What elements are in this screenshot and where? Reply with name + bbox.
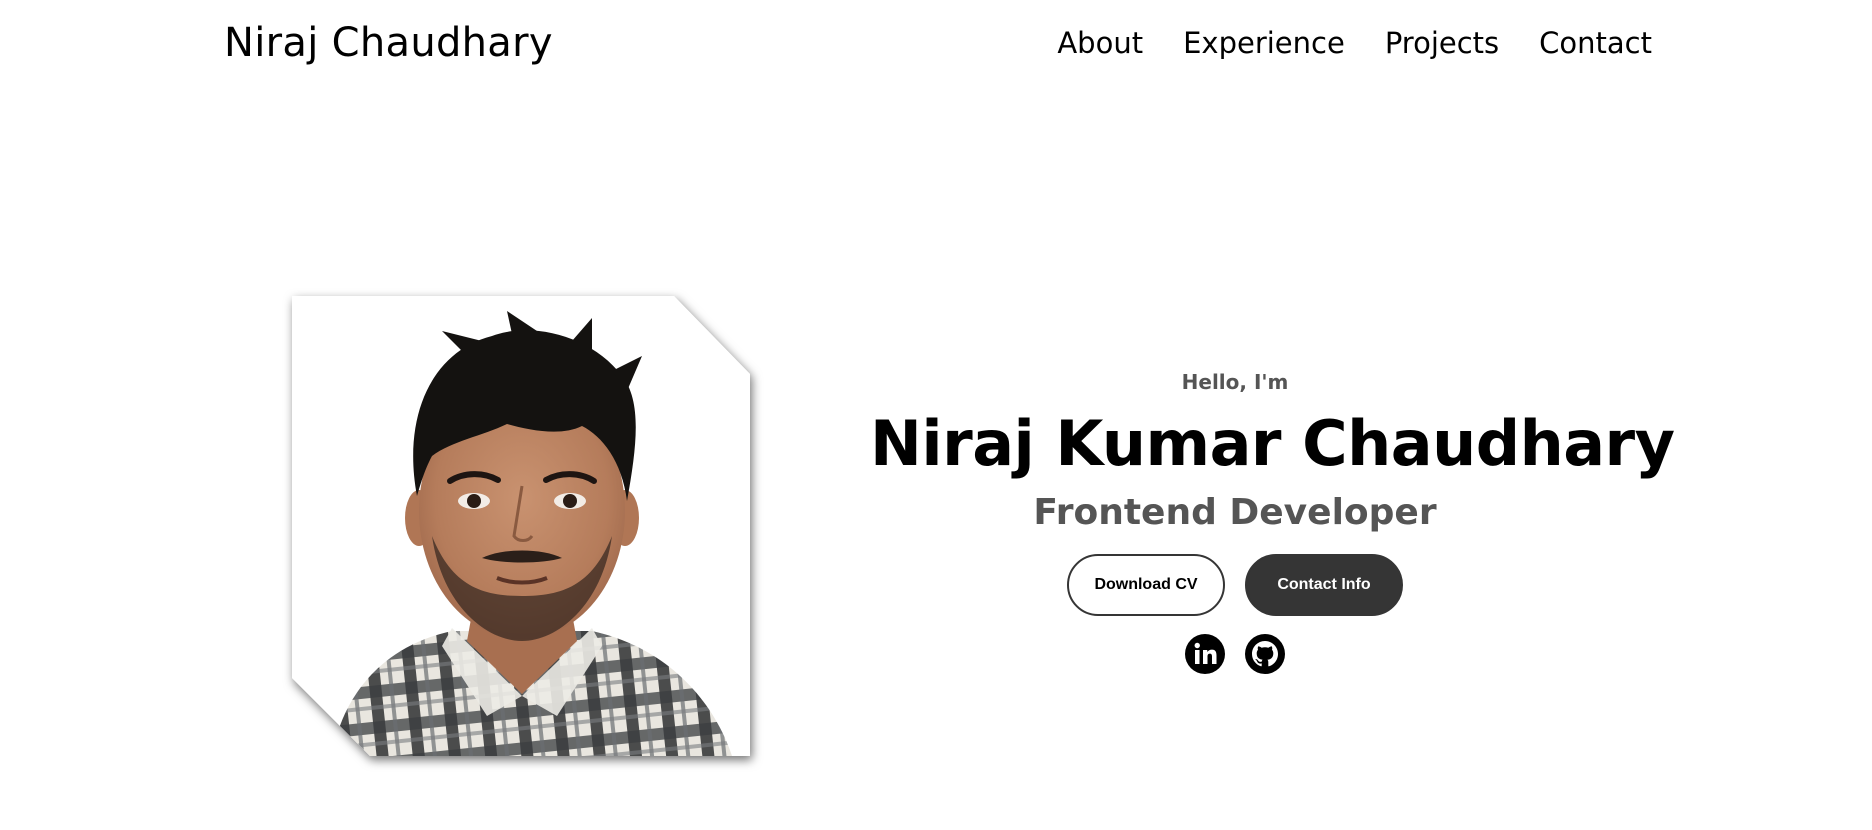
social-links: [870, 634, 1600, 674]
site-header: Niraj Chaudhary About Experience Project…: [0, 0, 1872, 96]
linkedin-icon[interactable]: [1185, 634, 1225, 674]
hero-buttons: Download CV Contact Info: [870, 554, 1600, 616]
greeting-text: Hello, I'm: [1181, 370, 1289, 394]
nav-menu: About Experience Projects Contact: [1057, 26, 1652, 60]
profile-picture-frame: [292, 296, 750, 756]
hero-role: Frontend Developer: [1033, 492, 1437, 533]
nav-link-about[interactable]: About: [1057, 26, 1143, 60]
contact-info-button[interactable]: Contact Info: [1245, 554, 1403, 616]
nav-item-projects: Projects: [1385, 26, 1499, 60]
nav-link-projects[interactable]: Projects: [1385, 26, 1499, 60]
profile-photo-illustration: [292, 296, 750, 756]
download-cv-button[interactable]: Download CV: [1067, 554, 1225, 616]
nav-item-experience: Experience: [1183, 26, 1345, 60]
nav-item-about: About: [1057, 26, 1143, 60]
github-icon[interactable]: [1245, 634, 1285, 674]
hero-text: Hello, I'm Niraj Kumar Chaudhary Fronten…: [870, 360, 1675, 674]
nav-item-contact: Contact: [1539, 26, 1652, 60]
site-logo[interactable]: Niraj Chaudhary: [224, 20, 553, 66]
hero-name: Niraj Kumar Chaudhary: [870, 407, 1675, 480]
profile-picture: [292, 296, 750, 756]
nav-link-experience[interactable]: Experience: [1183, 26, 1345, 60]
nav-link-contact[interactable]: Contact: [1539, 26, 1652, 60]
